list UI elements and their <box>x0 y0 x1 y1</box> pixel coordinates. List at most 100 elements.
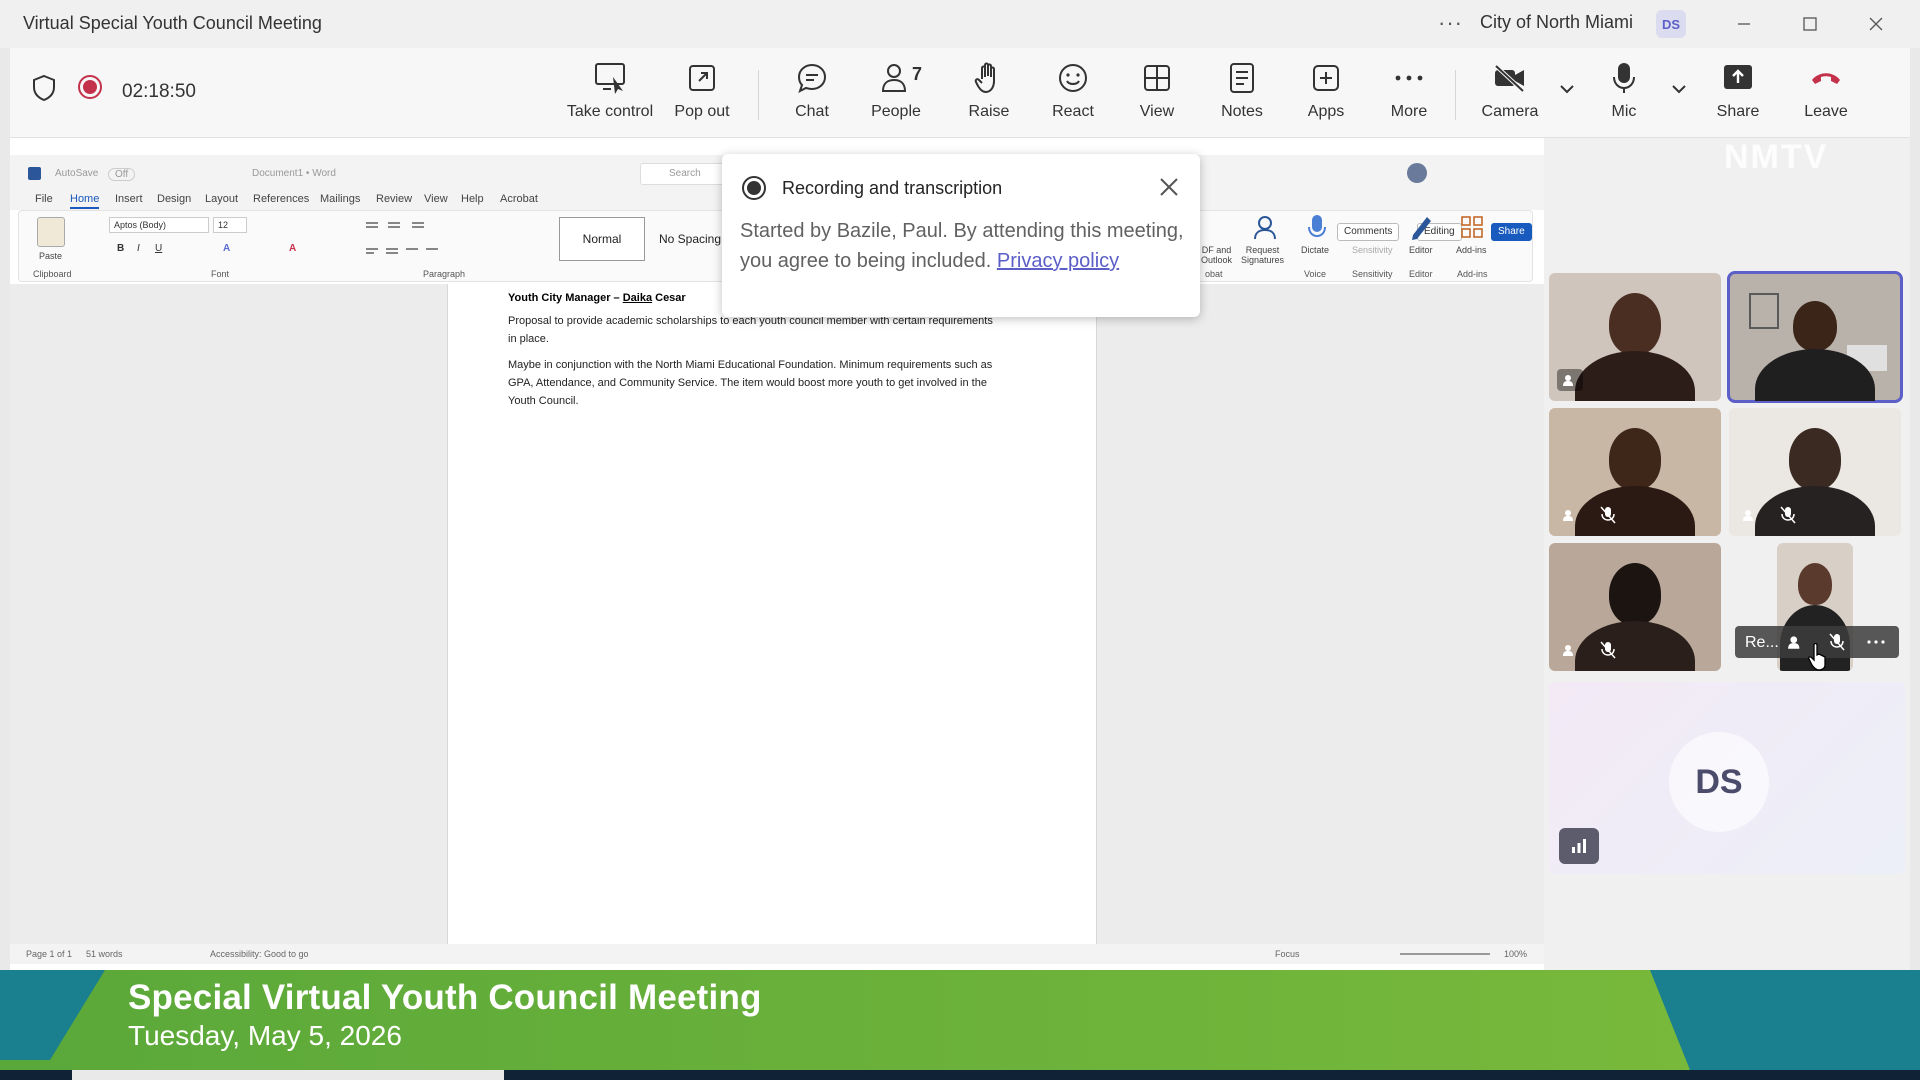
minimize-button[interactable] <box>1724 8 1764 40</box>
editor-pen-icon <box>1412 217 1431 240</box>
menu-acrobat[interactable]: Acrobat <box>500 193 538 205</box>
create-pdf-outlook-button[interactable]: DF and Outlook <box>1201 245 1232 265</box>
menu-file[interactable]: File <box>35 193 53 205</box>
menu-insert[interactable]: Insert <box>115 193 143 205</box>
menu-design[interactable]: Design <box>157 193 191 205</box>
participant-body <box>1755 486 1875 536</box>
menu-help[interactable]: Help <box>461 193 484 205</box>
mic-muted-icon <box>1775 504 1801 526</box>
menu-layout[interactable]: Layout <box>205 193 238 205</box>
autosave-toggle[interactable]: Off <box>108 168 136 181</box>
recording-notice-body: Started by Bazile, Paul. By attending th… <box>740 216 1190 276</box>
text-effects-button[interactable]: A <box>223 243 230 254</box>
leave-button[interactable]: Leave <box>1781 58 1871 121</box>
participant-tile-5[interactable] <box>1549 543 1721 671</box>
italic-button[interactable]: I <box>137 243 140 254</box>
menu-references[interactable]: References <box>253 193 309 205</box>
caption-icon <box>1557 504 1583 526</box>
window-title: Virtual Special Youth Council Meeting <box>23 13 322 33</box>
apps-button[interactable]: Apps <box>1281 58 1371 121</box>
wall-frame <box>1749 293 1779 329</box>
mic-button[interactable]: Mic <box>1579 58 1669 121</box>
maximize-button[interactable] <box>1790 8 1830 40</box>
accessibility-status[interactable]: Accessibility: Good to go <box>210 949 309 959</box>
raise-label: Raise <box>968 103 1010 120</box>
more-button[interactable]: More <box>1364 58 1454 121</box>
people-count: 7 <box>912 64 923 84</box>
font-name-select[interactable]: Aptos (Body) <box>109 217 209 233</box>
focus-mode-button[interactable]: Focus <box>1275 949 1300 959</box>
chat-icon <box>797 63 827 93</box>
comments-button[interactable]: Comments <box>1337 223 1400 241</box>
pop-out-button[interactable]: Pop out <box>657 58 747 121</box>
call-health-icon[interactable] <box>1559 828 1599 864</box>
zoom-level[interactable]: 100% <box>1504 949 1527 959</box>
participant-tile-3[interactable] <box>1549 408 1721 536</box>
font-color-button[interactable]: A <box>289 243 296 254</box>
menu-mailings[interactable]: Mailings <box>320 193 360 205</box>
request-signatures-button[interactable]: Request Signatures <box>1241 245 1284 265</box>
participant-tile-1[interactable] <box>1549 273 1721 401</box>
mic-muted-icon <box>1595 639 1621 661</box>
station-watermark: NMTV <box>1724 138 1829 176</box>
raise-hand-button[interactable]: Raise <box>944 58 1034 121</box>
mic-options-chevron-icon[interactable] <box>1671 83 1687 95</box>
word-count[interactable]: 51 words <box>86 949 123 959</box>
view-button[interactable]: View <box>1112 58 1202 121</box>
menu-home[interactable]: Home <box>70 193 100 209</box>
recording-notice-popup: Recording and transcription Started by B… <box>722 154 1200 317</box>
participant-head <box>1609 428 1661 490</box>
banner-right-accent <box>1650 970 1920 1070</box>
bold-button[interactable]: B <box>117 243 124 254</box>
participant-tile-2-active[interactable] <box>1727 271 1903 403</box>
more-options-icon[interactable]: ··· <box>1438 10 1463 36</box>
autosave-label[interactable]: AutoSave <box>55 168 98 179</box>
page-count[interactable]: Page 1 of 1 <box>26 949 72 959</box>
react-button[interactable]: React <box>1028 58 1118 121</box>
people-button[interactable]: 7 People <box>851 58 941 121</box>
take-control-button[interactable]: Take control <box>565 58 655 121</box>
camera-button[interactable]: Camera <box>1465 58 1555 121</box>
menu-review[interactable]: Review <box>376 193 412 205</box>
organization-name[interactable]: City of North Miami <box>1480 12 1633 33</box>
font-size-select[interactable]: 12 <box>213 217 247 233</box>
apps-label: Apps <box>1307 103 1345 120</box>
privacy-policy-link[interactable]: Privacy policy <box>997 250 1119 272</box>
notes-icon <box>1230 63 1254 93</box>
leave-label: Leave <box>1804 103 1848 120</box>
more-label: More <box>1390 103 1428 120</box>
paste-icon[interactable] <box>37 217 65 247</box>
style-no-spacing[interactable]: No Spacing <box>647 217 733 261</box>
mic-label: Mic <box>1611 103 1637 120</box>
camera-options-chevron-icon[interactable] <box>1559 83 1575 95</box>
close-icon[interactable] <box>1156 174 1182 200</box>
underline-button[interactable]: U <box>155 243 162 254</box>
self-video-tile[interactable]: DS <box>1549 682 1905 874</box>
shield-icon[interactable] <box>32 74 56 102</box>
dictate-button[interactable]: Dictate <box>1301 245 1329 255</box>
notes-button[interactable]: Notes <box>1197 58 1287 121</box>
mic-icon <box>1613 63 1635 93</box>
participant-tile-4[interactable] <box>1729 408 1901 536</box>
voice-group-label: Voice <box>1304 269 1327 279</box>
zoom-slider[interactable] <box>1400 953 1490 955</box>
document-canvas[interactable]: Youth City Manager – Daika Cesar Proposa… <box>10 284 1544 944</box>
user-avatar[interactable]: DS <box>1656 10 1686 38</box>
pop-out-icon <box>689 65 715 91</box>
share-button[interactable]: Share <box>1693 58 1783 121</box>
bullets-icon[interactable] <box>364 219 494 259</box>
word-user-avatar[interactable] <box>1407 163 1427 183</box>
add-ins-button[interactable]: Add-ins <box>1456 245 1487 255</box>
more-options-icon[interactable] <box>1867 640 1885 644</box>
close-window-button[interactable] <box>1856 8 1896 40</box>
style-normal[interactable]: Normal <box>559 217 645 261</box>
menu-view[interactable]: View <box>424 193 448 205</box>
doc-heading-name: Daika <box>622 292 653 304</box>
document-page[interactable]: Youth City Manager – Daika Cesar Proposa… <box>447 284 1097 944</box>
paste-label[interactable]: Paste <box>39 251 62 261</box>
word-share-button[interactable]: Share <box>1491 223 1532 241</box>
editor-button[interactable]: Editor <box>1409 245 1433 255</box>
sensitivity-button[interactable]: Sensitivity <box>1352 245 1393 255</box>
chat-label: Chat <box>795 103 829 120</box>
chat-button[interactable]: Chat <box>767 58 857 121</box>
